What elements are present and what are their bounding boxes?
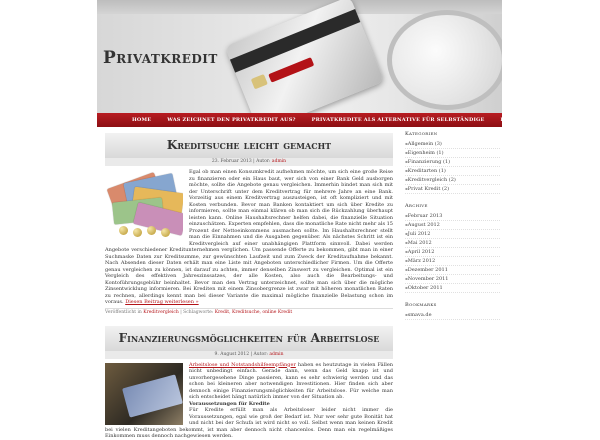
category-link[interactable]: Kreditvergleich xyxy=(143,310,179,315)
tags-links[interactable]: Kredit, Kreditsuche, online Kredit xyxy=(215,310,292,315)
widget-categories: Kategorien Allgemein (3) Eigenheim (1) F… xyxy=(405,131,500,194)
post-date: 23. Februar 2013 xyxy=(211,159,252,164)
page-background-left xyxy=(0,0,97,400)
site-header: Privatkredit xyxy=(97,0,502,113)
page-background-right xyxy=(502,0,600,400)
nav-item-impressum[interactable]: IMPRESSUM xyxy=(493,117,547,123)
post-author-label: Autor: xyxy=(256,159,271,164)
money-thumbnail xyxy=(105,170,183,242)
archive-item[interactable]: Oktober 2011 xyxy=(405,284,500,293)
nav-item-was-zeichnet[interactable]: WAS ZEICHNET DEN PRIVATKREDIT AUS? xyxy=(159,117,303,123)
archive-item[interactable]: Februar 2013 xyxy=(405,212,500,221)
widget-title: Archive xyxy=(405,203,428,209)
archive-item[interactable]: Juli 2012 xyxy=(405,230,500,239)
post-meta: 9. August 2012 | Autor: admin xyxy=(105,350,393,359)
archive-item[interactable]: März 2012 xyxy=(405,257,500,266)
credit-card-image xyxy=(224,0,385,113)
widget-bookmarks: Bookmarks smava.de xyxy=(405,302,500,320)
post-meta: 23. Februar 2013 | Autor: admin xyxy=(105,158,393,166)
inline-link[interactable]: Arbeitslose und Notstandshilfeempfänger xyxy=(189,362,296,368)
post-text: haben es heutzutage in vielen Fällen nic… xyxy=(189,361,393,401)
post-date: 9. August 2012 xyxy=(214,351,250,357)
widget-archive: Archive Februar 2013 August 2012 Juli 20… xyxy=(405,203,500,293)
post-title[interactable]: Finanzierungsmöglichkeiten für Arbeitslo… xyxy=(105,325,393,351)
site-title[interactable]: Privatkredit xyxy=(103,48,218,68)
archive-item[interactable]: Dezember 2011 xyxy=(405,266,500,275)
archive-item[interactable]: Mai 2012 xyxy=(405,239,500,248)
category-item[interactable]: Finanzierung (1) xyxy=(405,158,500,167)
widget-title: Kategorien xyxy=(405,131,438,137)
post-body: Arbeitslose und Notstandshilfeempfänger … xyxy=(105,362,393,440)
archive-item[interactable]: April 2012 xyxy=(405,248,500,257)
widget-title: Bookmarks xyxy=(405,302,437,308)
bookmark-item[interactable]: smava.de xyxy=(405,311,500,320)
post-1: Kreditsuche leicht gemacht 23. Februar 2… xyxy=(105,133,393,318)
post-body: Egal ob man einen Konsumkredit aufnehmen… xyxy=(105,169,393,306)
nav-item-home[interactable]: HOME xyxy=(97,117,159,123)
category-item[interactable]: Privat Kredit (2) xyxy=(405,185,500,194)
category-item[interactable]: Allgemein (3) xyxy=(405,140,500,149)
nav-item-privatkredite-selbstaendige[interactable]: PRIVATKREDITE ALS ALTERNATIVE FÜR SELBST… xyxy=(304,117,493,123)
sidebar: Kategorien Allgemein (3) Eigenheim (1) F… xyxy=(405,131,500,329)
page-wrapper: Privatkredit HOME WAS ZEICHNET DEN PRIVA… xyxy=(97,0,539,439)
archive-item[interactable]: November 2011 xyxy=(405,275,500,284)
post-2: Finanzierungsmöglichkeiten für Arbeitslo… xyxy=(105,325,393,440)
post-title[interactable]: Kreditsuche leicht gemacht xyxy=(105,133,393,158)
main-navigation: HOME WAS ZEICHNET DEN PRIVATKREDIT AUS? … xyxy=(97,113,539,127)
post-author-link[interactable]: admin xyxy=(272,159,286,164)
magnifier-image xyxy=(387,10,502,110)
post-footer: Veröffentlicht in Kreditvergleich | Schl… xyxy=(105,307,393,318)
main-content: Kreditsuche leicht gemacht 23. Februar 2… xyxy=(105,133,393,440)
post-author-link[interactable]: admin xyxy=(269,352,283,357)
read-more-link[interactable]: Diesen Beitrag weiterlesen » xyxy=(125,299,198,305)
category-item[interactable]: Kreditarten (1) xyxy=(405,167,500,176)
archive-item[interactable]: August 2012 xyxy=(405,221,500,230)
category-item[interactable]: Kreditvergleich (2) xyxy=(405,176,500,185)
banknote-thumbnail xyxy=(105,362,183,425)
category-item[interactable]: Eigenheim (1) xyxy=(405,149,500,158)
post-author-label: Autor: xyxy=(253,351,268,357)
